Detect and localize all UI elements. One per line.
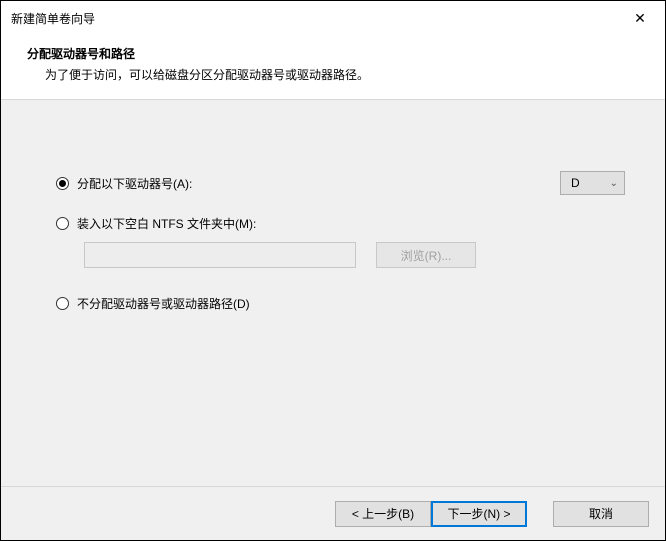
wizard-header: 分配驱动器号和路径 为了便于访问，可以给磁盘分区分配驱动器号或驱动器路径。 <box>1 35 665 100</box>
page-subtitle: 为了便于访问，可以给磁盘分区分配驱动器号或驱动器路径。 <box>17 66 649 83</box>
radio-no-assign[interactable] <box>56 297 69 310</box>
option-no-assign: 不分配驱动器号或驱动器路径(D) <box>56 290 625 316</box>
option-assign-letter: 分配以下驱动器号(A): D ⌄ <box>56 170 625 196</box>
drive-letter-select[interactable]: D ⌄ <box>560 171 625 195</box>
radio-mount-folder[interactable] <box>56 217 69 230</box>
radio-assign-letter[interactable] <box>56 177 69 190</box>
wizard-footer: < 上一步(B) 下一步(N) > 取消 <box>1 486 665 540</box>
mount-folder-controls: 浏览(R)... <box>56 242 625 268</box>
label-assign-letter[interactable]: 分配以下驱动器号(A): <box>77 175 192 192</box>
next-button[interactable]: 下一步(N) > <box>431 501 527 527</box>
mount-path-input <box>84 242 356 268</box>
nav-button-group: < 上一步(B) 下一步(N) > <box>335 501 527 527</box>
browse-button: 浏览(R)... <box>376 242 476 268</box>
drive-letter-value: D <box>571 176 580 190</box>
titlebar: 新建简单卷向导 ✕ <box>1 1 665 35</box>
chevron-down-icon: ⌄ <box>610 178 618 189</box>
option-mount-folder: 装入以下空白 NTFS 文件夹中(M): <box>56 210 625 236</box>
back-button[interactable]: < 上一步(B) <box>335 501 431 527</box>
close-icon: ✕ <box>634 10 646 27</box>
close-button[interactable]: ✕ <box>623 1 657 35</box>
wizard-body: 分配以下驱动器号(A): D ⌄ 装入以下空白 NTFS 文件夹中(M): 浏览… <box>1 100 665 486</box>
label-no-assign[interactable]: 不分配驱动器号或驱动器路径(D) <box>77 295 250 312</box>
label-mount-folder[interactable]: 装入以下空白 NTFS 文件夹中(M): <box>77 215 256 232</box>
cancel-button[interactable]: 取消 <box>553 501 649 527</box>
page-title: 分配驱动器号和路径 <box>17 45 649 62</box>
window-title: 新建简单卷向导 <box>11 10 95 27</box>
